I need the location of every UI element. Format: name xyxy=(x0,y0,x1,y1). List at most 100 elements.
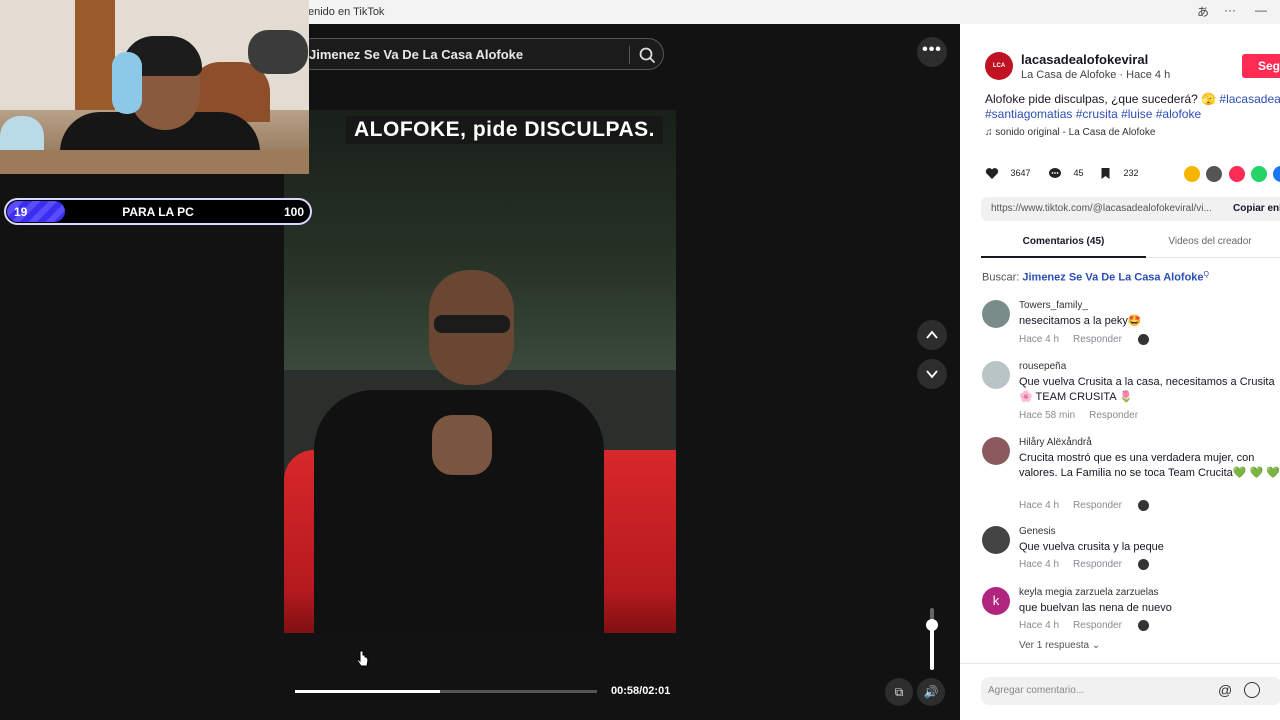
comment-username[interactable]: Hilåry Alëxåndrå xyxy=(1019,437,1092,448)
comment-text: nesecitamos a la peky🤩 xyxy=(1019,315,1142,327)
desk-image xyxy=(0,150,309,174)
video-link-box: https://www.tiktok.com/@lacasadealofokev… xyxy=(981,197,1280,221)
hashtags-line[interactable]: #santiagomatias #crusita #luise #alofoke xyxy=(985,107,1201,121)
tab-title: enido en TikTok xyxy=(308,6,385,18)
reply-button[interactable]: Responder xyxy=(1073,620,1122,631)
picture-in-picture-icon: ⧉ xyxy=(894,685,904,699)
creator-liked-icon xyxy=(1137,559,1149,570)
pip-button[interactable]: ⧉ xyxy=(885,678,913,706)
comment-text: Que vuelva Crusita a la casa, necesitamo… xyxy=(1019,376,1275,403)
comments-count: 45 xyxy=(1073,167,1084,178)
description-text: Alofoke pide disculpas, ¿que sucederá? 🫣 xyxy=(985,92,1220,106)
commenter-avatar[interactable] xyxy=(982,437,1010,465)
creator-liked-icon xyxy=(1137,620,1149,631)
goal-max: 100 xyxy=(283,205,304,219)
hands-image xyxy=(432,415,492,475)
comment-meta: Hace 4 h Responder xyxy=(1019,334,1149,345)
speaker-icon: 🔊 xyxy=(923,685,939,699)
comment-time: Hace 4 h xyxy=(1019,620,1060,632)
active-tab-indicator xyxy=(981,256,1146,258)
follow-button[interactable]: Seg xyxy=(1242,54,1280,78)
volume-knob[interactable] xyxy=(926,619,938,632)
minimize-icon[interactable]: — xyxy=(1255,3,1267,17)
video-progress-fill xyxy=(295,690,440,693)
tab-comments[interactable]: Comentarios (45) xyxy=(981,236,1146,247)
reply-button[interactable]: Responder xyxy=(1073,334,1122,345)
comment-button[interactable]: 45 xyxy=(1048,167,1084,180)
search-divider xyxy=(629,46,630,64)
small-search-icon: Q xyxy=(1203,271,1209,278)
commenter-avatar[interactable] xyxy=(982,526,1010,554)
mention-icon[interactable]: @ xyxy=(1218,682,1232,698)
goal-current: 19 xyxy=(14,205,28,219)
reply-button[interactable]: Responder xyxy=(1073,559,1122,570)
facebook-icon[interactable] xyxy=(1273,166,1280,182)
video-caption: ALOFOKE, pide DISCULPAS. xyxy=(346,116,663,144)
likes-count: 3647 xyxy=(1010,167,1031,178)
related-search: Buscar: Jimenez Se Va De La Casa Alofoke… xyxy=(982,271,1209,284)
search-query[interactable]: Jimenez Se Va De La Casa Alofoke xyxy=(309,47,523,62)
whatsapp-icon[interactable] xyxy=(1251,166,1267,182)
hashtag-link[interactable]: #lacasadealof xyxy=(1219,92,1280,106)
comment-username[interactable]: Towers_family_ xyxy=(1019,300,1088,311)
chevron-down-icon xyxy=(926,370,938,379)
comment-text: Que vuelva crusita y la peque xyxy=(1019,541,1164,553)
comment-meta: Hace 4 h Responder xyxy=(1019,559,1149,570)
like-button[interactable]: 3647 xyxy=(985,167,1031,180)
commenter-avatar[interactable] xyxy=(982,300,1010,328)
volume-slider[interactable] xyxy=(924,604,940,674)
avatar-letter: k xyxy=(992,593,1000,608)
video-description: Alofoke pide disculpas, ¿que sucederá? 🫣… xyxy=(985,92,1280,106)
related-search-link[interactable]: Jimenez Se Va De La Casa Alofoke xyxy=(1022,272,1203,284)
video-time: 00:58/02:01 xyxy=(611,685,671,697)
creator-avatar[interactable]: LCA xyxy=(985,52,1013,80)
embed-icon[interactable] xyxy=(1206,166,1222,182)
reply-button[interactable]: Responder xyxy=(1073,500,1122,511)
comment-bubble-icon xyxy=(1049,168,1061,178)
video-search-bar[interactable]: Jimenez Se Va De La Casa Alofoke xyxy=(296,38,664,70)
translate-icon[interactable]: あ xyxy=(1197,3,1209,20)
commenter-avatar[interactable] xyxy=(982,361,1010,389)
creator-liked-icon xyxy=(1137,334,1149,345)
comment-username[interactable]: keyla megia zarzuela zarzuelas xyxy=(1019,587,1159,598)
previous-video-button[interactable] xyxy=(917,320,947,350)
more-options-button[interactable]: ••• xyxy=(917,37,947,67)
cabinet-image xyxy=(75,0,115,110)
commenter-avatar[interactable]: k xyxy=(982,587,1010,615)
more-icon[interactable]: ··· xyxy=(1224,3,1236,17)
add-comment-bar: Agregar comentario... @ xyxy=(960,663,1280,720)
comment-input[interactable]: Agregar comentario... @ xyxy=(981,677,1280,705)
video-frame[interactable]: ALOFOKE, pide DISCULPAS. xyxy=(284,110,676,633)
goal-label: PARA LA PC xyxy=(122,205,194,219)
video-details-panel: LCA lacasadealofokeviral La Casa de Alof… xyxy=(960,24,1280,720)
comment-time: Hace 4 h xyxy=(1019,559,1060,571)
search-icon[interactable] xyxy=(637,45,657,65)
donation-goal-bar: PARA LA PC 19 100 xyxy=(4,198,312,225)
comment-meta: Hace 58 min Responder xyxy=(1019,410,1138,421)
comment-username[interactable]: Genesis xyxy=(1019,526,1056,537)
send-to-friends-icon[interactable] xyxy=(1229,166,1245,182)
next-video-button[interactable] xyxy=(917,359,947,389)
view-replies-button[interactable]: Ver 1 respuesta ⌄ xyxy=(1019,640,1100,651)
volume-button[interactable]: 🔊 xyxy=(917,678,945,706)
comment-text: que buelvan las nena de nuevo xyxy=(1019,602,1172,614)
video-progress-bar[interactable] xyxy=(295,690,597,693)
mouse-cursor-icon xyxy=(356,650,369,667)
copy-link-button[interactable]: Copiar enl xyxy=(1233,203,1280,214)
chevron-up-icon xyxy=(926,330,938,339)
sound-link[interactable]: ♫ sonido original - La Casa de Alofoke xyxy=(985,127,1155,138)
reply-button[interactable]: Responder xyxy=(1089,410,1138,421)
comment-text: Crucita mostró que es una verdadera muje… xyxy=(1019,452,1280,479)
comment-time: Hace 58 min xyxy=(1019,410,1076,421)
save-button[interactable]: 232 xyxy=(1100,167,1139,180)
headset-image xyxy=(112,52,142,114)
video-url[interactable]: https://www.tiktok.com/@lacasadealofokev… xyxy=(991,203,1212,214)
comment-meta: Hace 4 h Responder xyxy=(1019,500,1149,511)
heart-icon xyxy=(985,168,999,179)
emoji-icon[interactable] xyxy=(1244,682,1260,698)
creator-handle[interactable]: lacasadealofokeviral xyxy=(1021,52,1148,67)
creator-name-time: La Casa de Alofoke · Hace 4 h xyxy=(1021,69,1171,81)
tab-creator-videos[interactable]: Videos del creador xyxy=(1146,236,1274,247)
repost-icon[interactable] xyxy=(1184,166,1200,182)
comment-username[interactable]: rousepeña xyxy=(1019,361,1066,372)
